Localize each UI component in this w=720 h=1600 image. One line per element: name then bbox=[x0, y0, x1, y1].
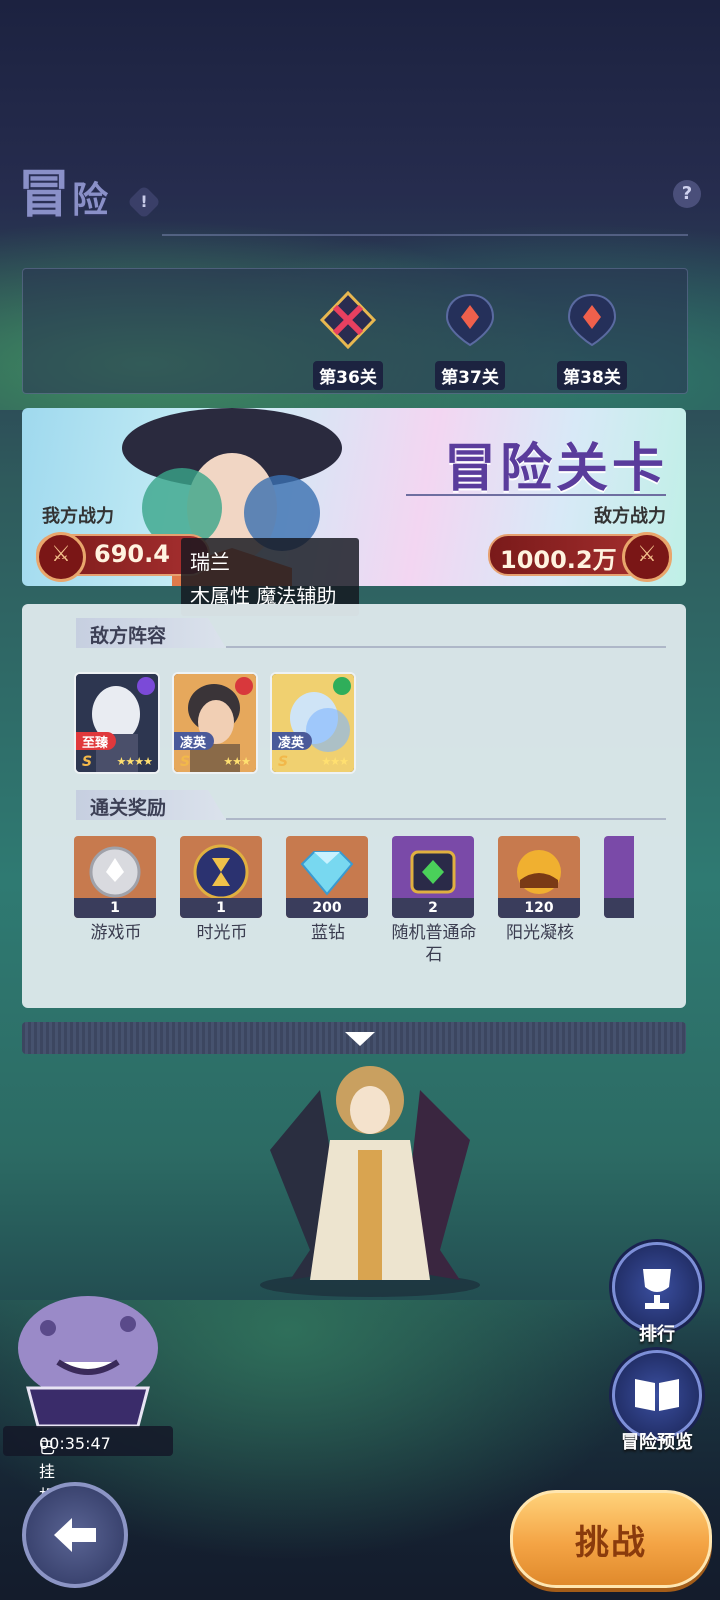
help-icon[interactable]: ? bbox=[673, 180, 701, 208]
book-icon bbox=[635, 1379, 679, 1411]
reward-item[interactable]: 1 游戏币 bbox=[74, 836, 160, 944]
reward-item[interactable]: 1 时光币 bbox=[180, 836, 266, 944]
map-pin-icon bbox=[567, 293, 617, 347]
back-button[interactable] bbox=[22, 1482, 128, 1588]
enemy-power-label: 敌方战力 bbox=[594, 506, 666, 527]
adventure-preview-button[interactable]: 冒险预览 bbox=[612, 1350, 702, 1454]
main-hero-character bbox=[260, 1066, 480, 1297]
title-divider bbox=[162, 234, 688, 236]
reward-item[interactable]: 200 蓝钻 bbox=[286, 836, 372, 944]
stage-label: 第36关 bbox=[313, 361, 383, 390]
banner-title-divider bbox=[406, 494, 666, 496]
stage-36[interactable]: 第36关 bbox=[293, 290, 403, 390]
afk-pet-icon[interactable] bbox=[8, 1278, 168, 1428]
stage-info-panel: 敌方阵容 至臻 S ★★★★ 凌英 S ★★★ 凌英 S ★★★ 通关奖励 1 … bbox=[22, 604, 686, 1008]
stage-38[interactable]: 第38关 bbox=[537, 291, 647, 390]
map-pin-icon bbox=[445, 293, 495, 347]
chevron-down-icon[interactable] bbox=[345, 1032, 375, 1046]
afk-timer: 已挂机: 00:35:47 bbox=[3, 1426, 173, 1505]
page-title: 冒险 bbox=[18, 165, 111, 225]
banner-title: 冒险关卡 bbox=[443, 439, 668, 499]
sword-power-icon: ⚔ bbox=[36, 532, 86, 582]
stage-37[interactable]: 第37关 bbox=[415, 291, 525, 390]
info-icon[interactable]: ! bbox=[127, 185, 161, 219]
reward-item[interactable]: 1 月 bbox=[604, 836, 634, 944]
stage-label: 第38关 bbox=[557, 361, 627, 390]
enemy-power-bar: 1000.2万 ⚔ bbox=[488, 532, 672, 582]
tooltip-hero-name: 瑞兰 bbox=[190, 550, 230, 574]
reward-item[interactable]: 120 阳光凝核 bbox=[498, 836, 584, 944]
stage-label: 第37关 bbox=[435, 361, 505, 390]
rank-button[interactable]: 排行 bbox=[612, 1242, 702, 1346]
my-power-value: 690.4 bbox=[94, 540, 170, 568]
trophy-icon bbox=[643, 1269, 671, 1309]
reward-item[interactable]: 2 随机普通命石 bbox=[392, 836, 478, 966]
challenge-button[interactable]: 挑战 bbox=[510, 1490, 712, 1588]
arrow-left-icon bbox=[54, 1518, 96, 1552]
my-power-label: 我方战力 bbox=[42, 506, 114, 527]
reward-list[interactable]: 1 游戏币 1 时光币 200 蓝钻 2 随机普通命石 120 阳光凝核 bbox=[74, 604, 634, 1008]
enemy-power-value: 1000.2万 bbox=[500, 546, 617, 574]
crossed-swords-icon bbox=[319, 290, 377, 350]
sword-power-icon: ⚔ bbox=[622, 532, 672, 582]
stage-selector: 第36关 第37关 第38关 bbox=[22, 268, 688, 394]
